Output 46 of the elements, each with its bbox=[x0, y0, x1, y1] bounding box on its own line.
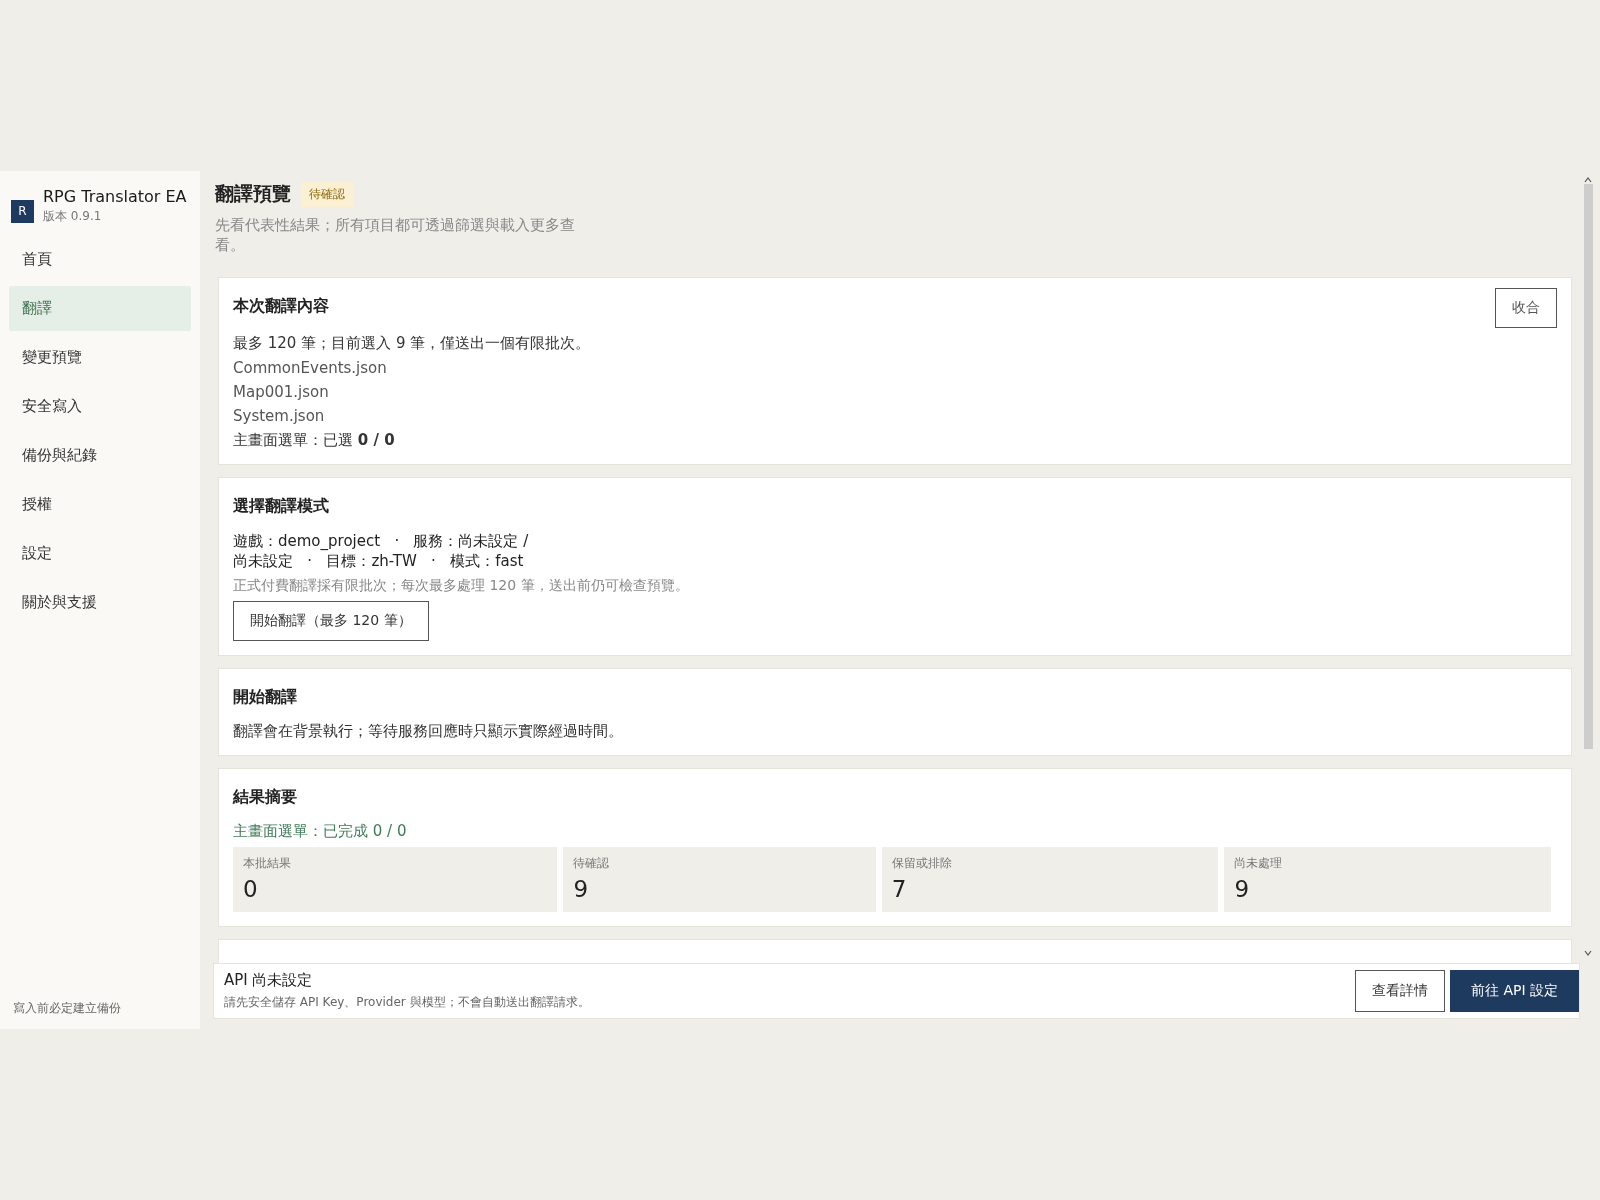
collapse-button[interactable]: 收合 bbox=[1495, 288, 1557, 328]
notice-text: 請先安全儲存 API Key、Provider 與模型；不會自動送出翻譯請求。 bbox=[224, 994, 591, 1011]
page-title: 翻譯預覽 bbox=[215, 181, 291, 206]
stat-value: 0 bbox=[243, 876, 259, 902]
status-badge: 待確認 bbox=[301, 181, 353, 207]
sidebar-item[interactable]: 關於與支援 bbox=[9, 580, 191, 625]
stat-label: 本批結果 bbox=[243, 855, 292, 872]
sidebar-item[interactable]: 變更預覽 bbox=[9, 335, 191, 380]
stat-value: 9 bbox=[573, 876, 590, 902]
footer-note: 寫入前必定建立備份 bbox=[12, 1000, 122, 1017]
card-text: 翻譯會在背景執行；等待服務回應時只顯示實際經過時間。 bbox=[233, 722, 624, 741]
sidebar-item[interactable]: 翻譯 bbox=[9, 286, 191, 331]
card-title: 本次翻譯內容 bbox=[233, 296, 329, 317]
stat-label: 待確認 bbox=[573, 855, 611, 872]
api-settings-button[interactable]: 前往 API 設定 bbox=[1449, 970, 1579, 1012]
stat-value: 9 bbox=[1234, 876, 1251, 902]
sidebar-item[interactable]: 授權 bbox=[9, 482, 191, 527]
app-logo: R bbox=[11, 199, 34, 223]
page-subtitle: 先看代表性結果；所有項目都可透過篩選與載入更多查看。 bbox=[215, 215, 576, 255]
start-button[interactable]: 開始翻譯（最多 120 筆） bbox=[233, 601, 429, 641]
scrollbar-thumb[interactable] bbox=[1583, 184, 1593, 749]
scroll-down-icon[interactable] bbox=[1584, 949, 1592, 957]
card-title: 結果摘要 bbox=[233, 787, 298, 808]
sidebar-item[interactable]: 安全寫入 bbox=[9, 384, 191, 429]
file-name: Map001.json bbox=[233, 383, 330, 401]
file-name: System.json bbox=[233, 407, 326, 425]
details-button[interactable]: 查看詳情 bbox=[1354, 970, 1445, 1012]
sidebar-item[interactable]: 首頁 bbox=[9, 237, 191, 282]
scroll-up-icon[interactable] bbox=[1584, 176, 1592, 184]
file-name: CommonEvents.json bbox=[233, 359, 388, 377]
selection-text: 主畫面選單：已選 0 / 0 bbox=[233, 431, 396, 450]
stat-label: 保留或排除 bbox=[891, 855, 953, 872]
summary-text: 最多 120 筆；目前選入 9 筆，僅送出一個有限批次。 bbox=[233, 334, 592, 353]
sidebar-item[interactable]: 備份與紀錄 bbox=[9, 433, 191, 478]
sidebar-item[interactable]: 設定 bbox=[9, 531, 191, 576]
mode-note: 正式付費翻譯採有限批次；每次最多處理 120 筆，送出前仍可檢查預覽。 bbox=[233, 577, 690, 595]
scrollbar[interactable] bbox=[1582, 176, 1594, 957]
progress-text: 主畫面選單：已完成 0 / 0 bbox=[233, 822, 408, 841]
mode-details: 遊戲：demo_project · 服務：尚未設定 / 尚未設定 · 目標：zh-TW · 模式：fast bbox=[233, 531, 530, 571]
app-name: RPG Translator EA bbox=[43, 187, 187, 206]
notice-title: API 尚未設定 bbox=[224, 971, 314, 990]
stat-value: 7 bbox=[891, 876, 908, 902]
stat-label: 尚未處理 bbox=[1234, 855, 1284, 872]
version-label: 版本 0.9.1 bbox=[43, 208, 103, 225]
card-title: 開始翻譯 bbox=[233, 687, 298, 708]
card-title: 選擇翻譯模式 bbox=[233, 496, 330, 517]
